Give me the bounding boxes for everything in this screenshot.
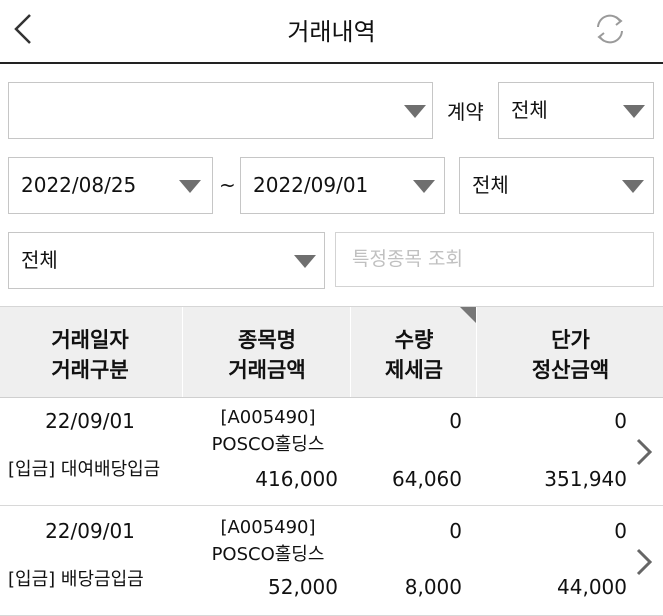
page-title: 거래내역 — [287, 18, 376, 46]
refresh-icon[interactable] — [590, 9, 630, 49]
header-label: 거래일자 — [51, 328, 129, 352]
app-header: 거래내역 — [0, 0, 663, 64]
dropdown-arrow-icon — [413, 180, 435, 193]
header-date-type: 거래일자 거래구분 — [0, 325, 180, 385]
header-label: 제세금 — [385, 358, 443, 382]
stock-name: POSCO홀딩스 — [211, 544, 325, 565]
column-toggle-corner-icon[interactable] — [460, 307, 476, 323]
account-select[interactable] — [8, 82, 433, 139]
settlement-amount: 44,000 — [557, 575, 627, 599]
category-select[interactable]: 전체 — [8, 232, 325, 289]
contract-select[interactable]: 전체 — [498, 82, 654, 139]
quantity: 0 — [449, 519, 462, 543]
header-stock-amount: 종목명 거래금액 — [184, 325, 350, 385]
dropdown-arrow-icon — [179, 180, 201, 193]
trade-date: 22/09/01 — [45, 519, 135, 543]
type-select[interactable]: 전체 — [459, 157, 654, 214]
trade-amount: 416,000 — [255, 467, 338, 491]
contract-label: 계약 — [447, 100, 484, 124]
stock-code: [A005490] — [220, 407, 316, 428]
trade-type: [입금] 배당금입금 — [8, 569, 144, 590]
unit-price: 0 — [614, 519, 627, 543]
stock-search-field[interactable] — [335, 232, 654, 287]
tax: 64,060 — [392, 467, 462, 491]
dropdown-arrow-icon — [623, 105, 645, 118]
header-label: 단가 — [551, 328, 590, 352]
header-label: 수량 — [394, 328, 434, 352]
table-header: 거래일자 거래구분 종목명 거래금액 수량 제세금 단가 정산금액 — [0, 306, 663, 398]
header-label: 거래구분 — [51, 358, 129, 382]
chevron-right-icon[interactable] — [635, 547, 653, 577]
header-price-settle: 단가 정산금액 — [478, 325, 663, 385]
date-from-select[interactable]: 2022/08/25 — [8, 157, 213, 214]
chevron-right-icon[interactable] — [635, 437, 653, 467]
dropdown-arrow-icon — [622, 180, 644, 193]
unit-price: 0 — [614, 409, 627, 433]
tax: 8,000 — [404, 575, 462, 599]
header-qty-tax: 수량 제세금 — [352, 325, 476, 385]
contract-select-value: 전체 — [511, 98, 548, 122]
date-range-separator: ~ — [219, 173, 236, 197]
dropdown-arrow-icon — [294, 255, 316, 268]
trade-date: 22/09/01 — [45, 409, 135, 433]
date-from-value: 2022/08/25 — [21, 173, 137, 197]
trade-type: [입금] 대여배당입금 — [8, 459, 161, 480]
quantity: 0 — [449, 409, 462, 433]
column-divider — [182, 307, 183, 397]
category-select-value: 전체 — [21, 248, 58, 272]
stock-code: [A005490] — [220, 517, 316, 538]
header-label: 정산금액 — [531, 358, 610, 382]
stock-name: POSCO홀딩스 — [211, 434, 325, 455]
column-divider — [476, 307, 477, 397]
date-to-value: 2022/09/01 — [253, 173, 369, 197]
table-row[interactable]: 22/09/01 [입금] 배당금입금 [A005490] POSCO홀딩스 5… — [0, 507, 663, 616]
column-divider — [350, 307, 351, 397]
dropdown-arrow-icon — [404, 105, 426, 118]
trade-amount: 52,000 — [268, 575, 338, 599]
settlement-amount: 351,940 — [544, 467, 627, 491]
header-label: 거래금액 — [228, 358, 306, 382]
stock-search-input[interactable] — [350, 233, 634, 285]
type-select-value: 전체 — [472, 173, 509, 197]
header-label: 종목명 — [238, 328, 296, 352]
table-row[interactable]: 22/09/01 [입금] 대여배당입금 [A005490] POSCO홀딩스 … — [0, 397, 663, 506]
date-to-select[interactable]: 2022/09/01 — [240, 157, 445, 214]
